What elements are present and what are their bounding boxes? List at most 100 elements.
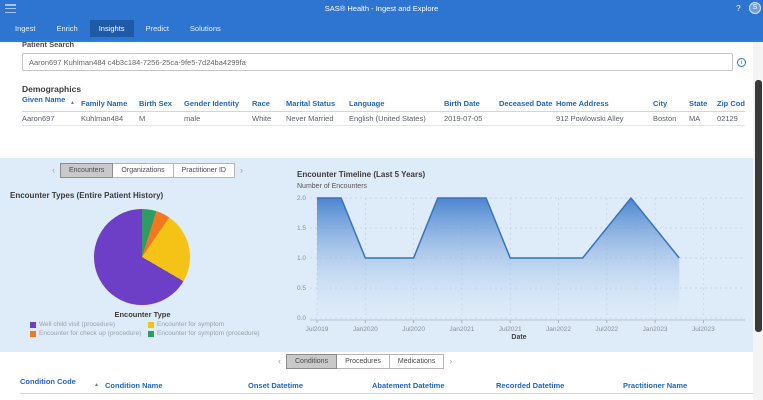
tab-procedures[interactable]: Procedures bbox=[336, 354, 390, 369]
y-tick-label: 0.0 bbox=[297, 315, 306, 322]
timeline-chart-title: Encounter Timeline (Last 5 Years) bbox=[297, 170, 425, 179]
table-head: Given Name▲Family NameBirth SexGender Id… bbox=[22, 95, 745, 112]
app-window: SAS® Health - Ingest and Explore ? S Ing… bbox=[0, 0, 763, 400]
cell-state: MA bbox=[689, 112, 717, 126]
tabs-scroll-right-icon[interactable]: › bbox=[235, 163, 248, 178]
x-tick-label: Jul2020 bbox=[402, 326, 425, 333]
app-title: SAS® Health - Ingest and Explore bbox=[0, 4, 763, 13]
encounter-tab-strip: ‹EncountersOrganizationsPractitioner ID› bbox=[47, 163, 248, 178]
tab-encounters[interactable]: Encounters bbox=[60, 163, 113, 178]
demographics-table: Given Name▲Family NameBirth SexGender Id… bbox=[22, 95, 745, 126]
x-tick-label: Jul2023 bbox=[692, 326, 715, 333]
sort-ascending-icon: ▲ bbox=[94, 377, 99, 393]
conditions-table: Condition Code▲Condition NameOnset Datet… bbox=[20, 377, 753, 394]
nav-tab-ingest[interactable]: Ingest bbox=[6, 20, 44, 37]
column-header-condition-code[interactable]: Condition Code▲ bbox=[20, 377, 105, 394]
column-header-state[interactable]: State bbox=[689, 95, 717, 112]
encounter-types-pie-chart bbox=[94, 209, 190, 305]
sort-ascending-icon: ▲ bbox=[70, 95, 75, 111]
demographics-table-inner: Given Name▲Family NameBirth SexGender Id… bbox=[22, 95, 745, 126]
nav-tab-solutions[interactable]: Solutions bbox=[181, 20, 230, 37]
y-tick-label: 0.5 bbox=[297, 285, 306, 292]
detail-tab-strip: ‹ConditionsProceduresMedications› bbox=[273, 354, 457, 369]
table-body: Aaron697Kuhlman484MmaleWhiteNever Marrie… bbox=[22, 112, 745, 126]
scrollbar-thumb[interactable] bbox=[755, 80, 762, 332]
column-header-city[interactable]: City bbox=[653, 95, 689, 112]
cell-given-name: Aaron697 bbox=[22, 112, 81, 126]
legend-swatch-icon bbox=[30, 322, 36, 328]
pie-legend-title: Encounter Type bbox=[0, 310, 285, 319]
patient-search-label-wrap: Patient Search bbox=[22, 42, 74, 50]
legend-label: Encounter for symptom bbox=[157, 321, 224, 328]
cell-race: White bbox=[252, 112, 286, 126]
cell-birth-date: 2019-07-05 bbox=[444, 112, 499, 126]
column-header-onset-datetime[interactable]: Onset Datetime bbox=[248, 377, 372, 394]
tabs-scroll-right-icon[interactable]: › bbox=[444, 354, 457, 369]
header-row: Condition Code▲Condition NameOnset Datet… bbox=[20, 377, 753, 394]
tab-practitioner-id[interactable]: Practitioner ID bbox=[173, 163, 235, 178]
tabs-scroll-left-icon[interactable]: ‹ bbox=[47, 163, 60, 178]
y-tick-label: 1.5 bbox=[297, 225, 306, 232]
cell-language: English (United States) bbox=[349, 112, 444, 126]
column-header-home-address[interactable]: Home Address bbox=[556, 95, 653, 112]
column-header-birth-date[interactable]: Birth Date bbox=[444, 95, 499, 112]
tab-medications[interactable]: Medications bbox=[389, 354, 444, 369]
patient-search-input[interactable] bbox=[22, 53, 733, 71]
x-tick-label: Jan2021 bbox=[449, 326, 474, 333]
legend-swatch-icon bbox=[148, 322, 154, 328]
column-header-race[interactable]: Race bbox=[252, 95, 286, 112]
column-header-deceased-date[interactable]: Deceased Date bbox=[499, 95, 556, 112]
nav-tabs: IngestEnrichInsightsPredictSolutions bbox=[6, 17, 230, 40]
charts-panel: ‹EncountersOrganizationsPractitioner ID›… bbox=[0, 158, 753, 352]
legend-item-encounter-for-symptom-procedure: Encounter for symptom (procedure) bbox=[148, 330, 260, 337]
cell-gender-identity: male bbox=[184, 112, 252, 126]
pie-chart-title: Encounter Types (Entire Patient History) bbox=[10, 191, 163, 200]
conditions-table-inner: Condition Code▲Condition NameOnset Datet… bbox=[20, 377, 753, 394]
legend-swatch-icon bbox=[148, 331, 154, 337]
nav-tab-insights[interactable]: Insights bbox=[90, 20, 134, 37]
y-tick-label: 2.0 bbox=[297, 195, 306, 202]
column-header-language[interactable]: Language bbox=[349, 95, 444, 112]
tab-organizations[interactable]: Organizations bbox=[112, 163, 173, 178]
table-head: Condition Code▲Condition NameOnset Datet… bbox=[20, 377, 753, 394]
cell-city: Boston bbox=[653, 112, 689, 126]
column-header-marital-status[interactable]: Marital Status bbox=[286, 95, 349, 112]
top-bar: SAS® Health - Ingest and Explore ? S bbox=[0, 0, 763, 17]
user-avatar[interactable]: S bbox=[749, 2, 761, 14]
column-header-gender-identity[interactable]: Gender Identity bbox=[184, 95, 252, 112]
x-tick-label: Jul2022 bbox=[595, 326, 618, 333]
cell-home-address: 912 Powlowski Alley bbox=[556, 112, 653, 126]
x-tick-label: Jul2021 bbox=[499, 326, 522, 333]
column-header-condition-name[interactable]: Condition Name bbox=[105, 377, 248, 394]
table-row[interactable]: Aaron697Kuhlman484MmaleWhiteNever Marrie… bbox=[22, 112, 745, 126]
x-tick-label: Jan2022 bbox=[546, 326, 571, 333]
legend-item-encounter-for-symptom: Encounter for symptom bbox=[148, 321, 260, 328]
nav-tab-enrich[interactable]: Enrich bbox=[47, 20, 86, 37]
cell-birth-sex: M bbox=[139, 112, 184, 126]
column-header-practitioner-name[interactable]: Practitioner Name bbox=[623, 377, 753, 394]
column-header-recorded-datetime[interactable]: Recorded Datetime bbox=[496, 377, 623, 394]
info-icon[interactable]: i bbox=[737, 58, 746, 67]
column-header-zip-code[interactable]: Zip Code bbox=[717, 95, 745, 112]
x-tick-label: Jan2023 bbox=[643, 326, 668, 333]
pie-legend: Well child visit (procedure) Encounter fo… bbox=[30, 321, 260, 337]
legend-swatch-icon bbox=[30, 331, 36, 337]
help-icon[interactable]: ? bbox=[736, 3, 741, 13]
tabs-scroll-left-icon[interactable]: ‹ bbox=[273, 354, 286, 369]
cell-marital-status: Never Married bbox=[286, 112, 349, 126]
y-tick-label: 1.0 bbox=[297, 255, 306, 262]
column-header-family-name[interactable]: Family Name bbox=[81, 95, 139, 112]
legend-item-well-child-visit-procedure: Well child visit (procedure) bbox=[30, 321, 148, 328]
patient-search-label: Patient Search bbox=[22, 42, 74, 49]
column-header-abatement-datetime[interactable]: Abatement Datetime bbox=[372, 377, 496, 394]
encounter-timeline-area-chart: 2.0 1.5 1.0 0.5 0.0Jul2019 Jan2020 Jul2020 Jan2… bbox=[288, 194, 750, 334]
x-tick-label: Jan2020 bbox=[353, 326, 378, 333]
tab-conditions[interactable]: Conditions bbox=[286, 354, 337, 369]
column-header-given-name[interactable]: Given Name▲ bbox=[22, 95, 81, 112]
nav-tab-predict[interactable]: Predict bbox=[137, 20, 178, 37]
x-tick-label: Jul2019 bbox=[306, 326, 329, 333]
legend-label: Encounter for symptom (procedure) bbox=[157, 330, 260, 337]
column-header-birth-sex[interactable]: Birth Sex bbox=[139, 95, 184, 112]
nav-underline bbox=[0, 40, 763, 42]
header-row: Given Name▲Family NameBirth SexGender Id… bbox=[22, 95, 745, 112]
